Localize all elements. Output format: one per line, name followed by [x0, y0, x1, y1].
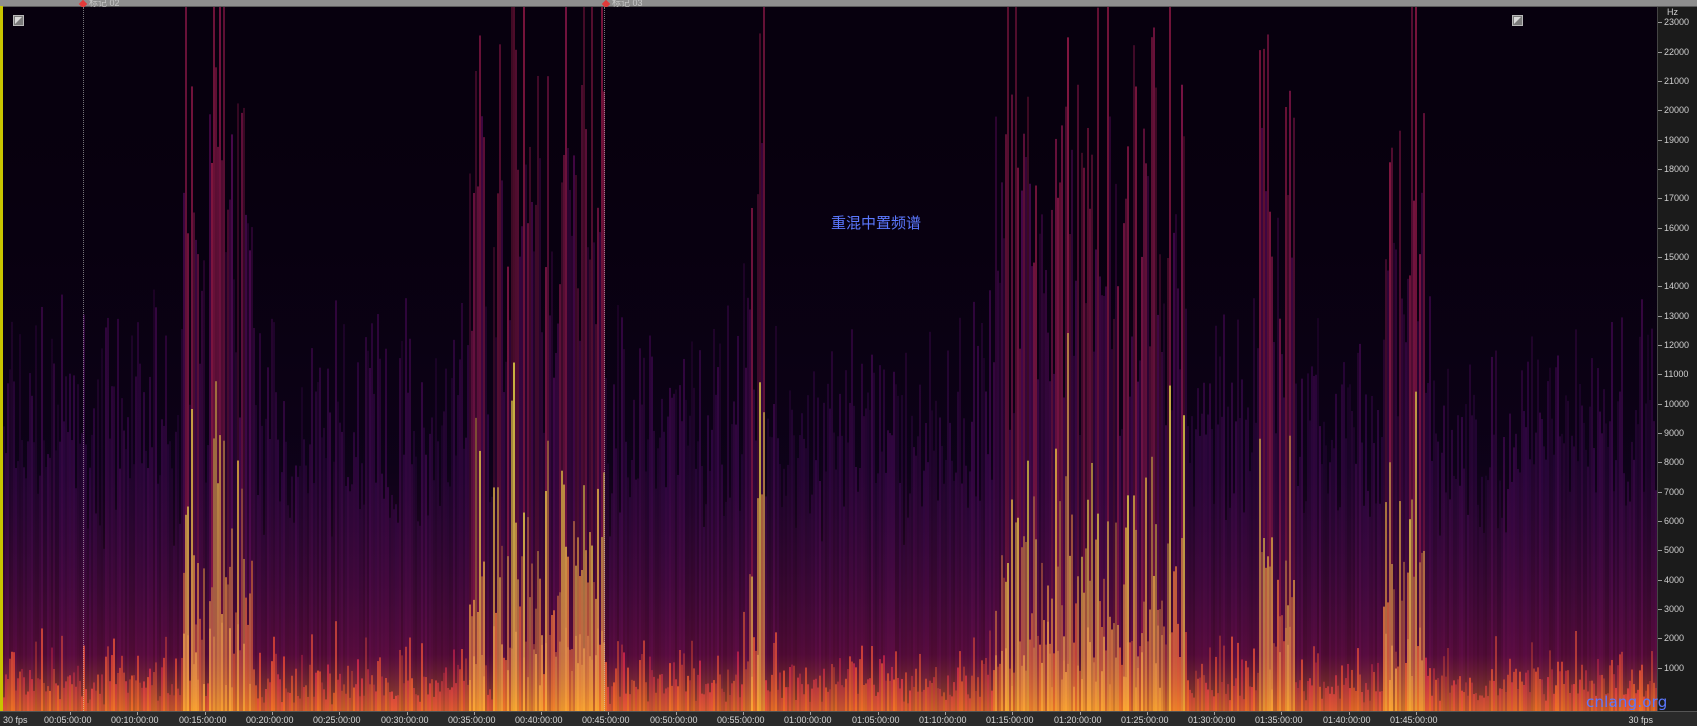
- frequency-tick-label: 17000: [1664, 193, 1690, 204]
- frequency-tick: [1658, 227, 1662, 229]
- timecode-label: 01:45:00:00: [1390, 715, 1438, 725]
- frequency-tick-label: 12000: [1664, 340, 1690, 350]
- frequency-tick-label: 5000: [1664, 545, 1685, 556]
- frequency-tick-label: 13000: [1664, 310, 1690, 321]
- timecode-label: 00:30:00:00: [381, 715, 429, 725]
- frequency-tick-label: 3000: [1664, 604, 1685, 614]
- timecode-label: 01:00:00:00: [784, 715, 832, 725]
- frequency-tick: [1658, 550, 1662, 552]
- timecode-label: 01:25:00:00: [1121, 715, 1169, 725]
- watermark: cnlang.org: [1586, 693, 1668, 711]
- frequency-tick: [1658, 491, 1662, 493]
- frequency-tick: [1658, 169, 1662, 170]
- frequency-tick-label: 7000: [1664, 486, 1685, 497]
- frequency-tick-label: 21000: [1664, 76, 1690, 86]
- timecode-ruler[interactable]: 30 fps 30 fps 00:05:00:00 00:10:00:00 00:1…: [0, 711, 1697, 726]
- fps-label-left: 30 fps: [3, 715, 28, 725]
- timecode-label: 01:20:00:00: [1054, 715, 1102, 725]
- frequency-tick-label: 23000: [1664, 17, 1690, 28]
- frequency-tick-label: 9000: [1664, 428, 1685, 438]
- frequency-tick-label: 16000: [1664, 222, 1690, 233]
- frequency-tick-label: 2000: [1664, 633, 1685, 644]
- fps-label-right: 30 fps: [1628, 715, 1653, 725]
- frequency-ruler[interactable]: Hz 23000 22000 21000 20000 19000 18000 17000 16…: [1657, 7, 1697, 711]
- timecode-label: 01:10:00:00: [919, 715, 967, 725]
- frequency-tick: [1658, 579, 1662, 581]
- frequency-tick: [1658, 609, 1662, 610]
- frequency-tick: [1658, 433, 1662, 434]
- frequency-tick: [1658, 521, 1662, 522]
- timecode-label: 01:15:00:00: [986, 715, 1034, 725]
- timecode-label: 00:25:00:00: [313, 715, 361, 725]
- frequency-unit-label: Hz: [1667, 7, 1678, 17]
- timecode-label: 00:10:00:00: [111, 715, 159, 725]
- frequency-tick: [1658, 110, 1662, 112]
- timecode-label: 00:50:00:00: [650, 715, 698, 725]
- zoom-fit-icon-left[interactable]: [13, 15, 24, 26]
- marker-03-line: [604, 7, 605, 711]
- frequency-tick: [1658, 139, 1662, 141]
- view-label: 重混中置频谱: [831, 215, 922, 232]
- frequency-tick: [1658, 403, 1662, 405]
- frequency-tick-label: 14000: [1664, 281, 1690, 292]
- frequency-tick-label: 15000: [1664, 252, 1690, 262]
- frequency-tick: [1658, 374, 1662, 376]
- timecode-label: 01:40:00:00: [1323, 715, 1371, 725]
- frequency-tick: [1658, 257, 1662, 258]
- frequency-tick-label: 22000: [1664, 46, 1690, 57]
- frequency-tick-label: 1000: [1664, 662, 1685, 673]
- frequency-tick: [1658, 462, 1662, 464]
- frequency-tick: [1658, 667, 1662, 669]
- timecode-label: 00:15:00:00: [179, 715, 227, 725]
- frequency-tick-label: 6000: [1664, 516, 1685, 526]
- timeline-marker-bar[interactable]: 标记 02 标记 03: [0, 0, 1697, 8]
- marker-02-line: [83, 7, 84, 711]
- frequency-tick-label: 8000: [1664, 457, 1685, 468]
- frequency-tick: [1658, 198, 1662, 200]
- frequency-tick-label: 4000: [1664, 574, 1685, 585]
- frequency-tick: [1658, 22, 1662, 24]
- timecode-label: 00:45:00:00: [582, 715, 630, 725]
- frequency-tick-label: 10000: [1664, 398, 1690, 409]
- timecode-label: 00:35:00:00: [448, 715, 496, 725]
- frequency-tick: [1658, 51, 1662, 53]
- frequency-tick: [1658, 638, 1662, 640]
- timecode-label: 01:30:00:00: [1188, 715, 1236, 725]
- frequency-tick: [1658, 286, 1662, 288]
- spectral-display[interactable]: 重混中置频谱: [3, 7, 1657, 711]
- timecode-label: 00:05:00:00: [44, 715, 92, 725]
- frequency-tick-label: 20000: [1664, 105, 1690, 116]
- timecode-label: 01:35:00:00: [1255, 715, 1303, 725]
- timecode-label: 00:40:00:00: [515, 715, 563, 725]
- frequency-tick-label: 11000: [1664, 369, 1689, 380]
- frequency-tick: [1658, 315, 1662, 317]
- frequency-tick-label: 19000: [1664, 134, 1690, 145]
- spectrogram-canvas: [3, 7, 1657, 711]
- timecode-label: 00:20:00:00: [246, 715, 294, 725]
- frequency-tick: [1658, 345, 1662, 346]
- timecode-label: 01:05:00:00: [852, 715, 900, 725]
- frequency-tick: [1658, 81, 1662, 82]
- frequency-tick-label: 18000: [1664, 164, 1690, 174]
- zoom-fit-icon-right[interactable]: [1512, 15, 1523, 26]
- timecode-label: 00:55:00:00: [717, 715, 765, 725]
